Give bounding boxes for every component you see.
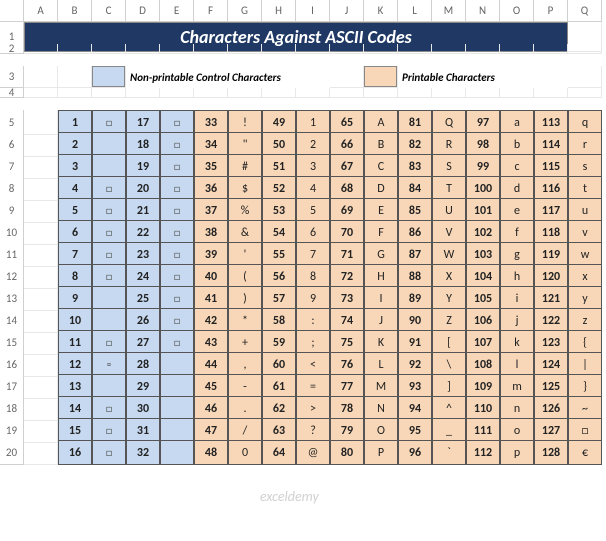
legend-printable: Printable Characters bbox=[398, 66, 568, 88]
ascii-code-16[interactable]: 16 bbox=[58, 440, 92, 465]
col-header-J[interactable]: J bbox=[330, 0, 364, 22]
col-header-M[interactable]: M bbox=[432, 0, 466, 22]
legend-nonprintable: Non-printable Control Characters bbox=[126, 66, 330, 88]
col-header-E[interactable]: E bbox=[160, 0, 194, 22]
ascii-code-64[interactable]: 64 bbox=[262, 440, 296, 465]
col-header-I[interactable]: I bbox=[296, 0, 330, 22]
cell-r2-8[interactable] bbox=[296, 44, 330, 54]
cell-A20[interactable] bbox=[24, 440, 58, 465]
cell-r2-5[interactable] bbox=[194, 44, 228, 54]
watermark: exceldemy bbox=[260, 488, 319, 505]
cell-r2-0[interactable] bbox=[24, 44, 58, 54]
cell-r4-13[interactable] bbox=[466, 88, 500, 98]
cell-r2-12[interactable] bbox=[432, 44, 466, 54]
row-header-20[interactable]: 20 bbox=[0, 440, 24, 465]
ascii-char-64[interactable]: @ bbox=[296, 440, 330, 465]
cell-r2-9[interactable] bbox=[330, 44, 364, 54]
col-header-C[interactable]: C bbox=[92, 0, 126, 22]
cell-r4-9[interactable] bbox=[330, 88, 364, 98]
col-header-K[interactable]: K bbox=[364, 0, 398, 22]
cell-r4-3[interactable] bbox=[126, 88, 160, 98]
cell-r2-7[interactable] bbox=[262, 44, 296, 54]
cell-B3[interactable] bbox=[58, 66, 92, 88]
cell-r4-0[interactable] bbox=[24, 88, 58, 98]
cell-r4-10[interactable] bbox=[364, 88, 398, 98]
col-header-P[interactable]: P bbox=[534, 0, 568, 22]
cell-r2-3[interactable] bbox=[126, 44, 160, 54]
ascii-char-96[interactable]: ` bbox=[432, 440, 466, 465]
cell-r2-11[interactable] bbox=[398, 44, 432, 54]
cell-r4-8[interactable] bbox=[296, 88, 330, 98]
cell-r4-6[interactable] bbox=[228, 88, 262, 98]
cell-r2-4[interactable] bbox=[160, 44, 194, 54]
ascii-code-48[interactable]: 48 bbox=[194, 440, 228, 465]
ascii-code-80[interactable]: 80 bbox=[330, 440, 364, 465]
col-header-D[interactable]: D bbox=[126, 0, 160, 22]
ascii-code-112[interactable]: 112 bbox=[466, 440, 500, 465]
cell-J3[interactable] bbox=[330, 66, 364, 88]
cell-r4-1[interactable] bbox=[58, 88, 92, 98]
cell-r2-6[interactable] bbox=[228, 44, 262, 54]
legend-orange-box bbox=[364, 66, 398, 88]
cell-r2-14[interactable] bbox=[500, 44, 534, 54]
ascii-code-128[interactable]: 128 bbox=[534, 440, 568, 465]
cell-r2-10[interactable] bbox=[364, 44, 398, 54]
cell-r4-16[interactable] bbox=[568, 88, 602, 98]
col-header-A[interactable]: A bbox=[24, 0, 58, 22]
ascii-char-112[interactable]: p bbox=[500, 440, 534, 465]
ascii-char-128[interactable]: € bbox=[568, 440, 602, 465]
cell-r4-4[interactable] bbox=[160, 88, 194, 98]
ascii-char-48[interactable]: 0 bbox=[228, 440, 262, 465]
cell-r4-14[interactable] bbox=[500, 88, 534, 98]
cell-r4-7[interactable] bbox=[262, 88, 296, 98]
cell-r4-15[interactable] bbox=[534, 88, 568, 98]
cell-A3[interactable] bbox=[24, 66, 58, 88]
cell-r2-1[interactable] bbox=[58, 44, 92, 54]
cell-r2-16[interactable] bbox=[568, 44, 602, 54]
ascii-char-32[interactable] bbox=[160, 440, 194, 465]
corner-cell bbox=[0, 0, 24, 22]
ascii-char-16[interactable]: □ bbox=[92, 440, 126, 465]
ascii-code-32[interactable]: 32 bbox=[126, 440, 160, 465]
col-header-Q[interactable]: Q bbox=[568, 0, 602, 22]
row-header-3[interactable]: 3 bbox=[0, 66, 24, 88]
ascii-code-96[interactable]: 96 bbox=[398, 440, 432, 465]
cell-r2-13[interactable] bbox=[466, 44, 500, 54]
legend-blue-box bbox=[92, 66, 126, 88]
cell-Q3[interactable] bbox=[568, 66, 602, 88]
spreadsheet-grid[interactable]: ABCDEFGHIJKLMNOPQ1Characters Against ASC… bbox=[0, 0, 606, 462]
cell-r4-2[interactable] bbox=[92, 88, 126, 98]
col-header-G[interactable]: G bbox=[228, 0, 262, 22]
cell-r4-12[interactable] bbox=[432, 88, 466, 98]
cell-r4-5[interactable] bbox=[194, 88, 228, 98]
ascii-char-80[interactable]: P bbox=[364, 440, 398, 465]
col-header-N[interactable]: N bbox=[466, 0, 500, 22]
cell-r2-15[interactable] bbox=[534, 44, 568, 54]
col-header-F[interactable]: F bbox=[194, 0, 228, 22]
col-header-H[interactable]: H bbox=[262, 0, 296, 22]
col-header-L[interactable]: L bbox=[398, 0, 432, 22]
cell-r2-2[interactable] bbox=[92, 44, 126, 54]
row-header-2[interactable]: 2 bbox=[0, 44, 24, 54]
row-header-4[interactable]: 4 bbox=[0, 88, 24, 98]
cell-r4-11[interactable] bbox=[398, 88, 432, 98]
col-header-O[interactable]: O bbox=[500, 0, 534, 22]
col-header-B[interactable]: B bbox=[58, 0, 92, 22]
